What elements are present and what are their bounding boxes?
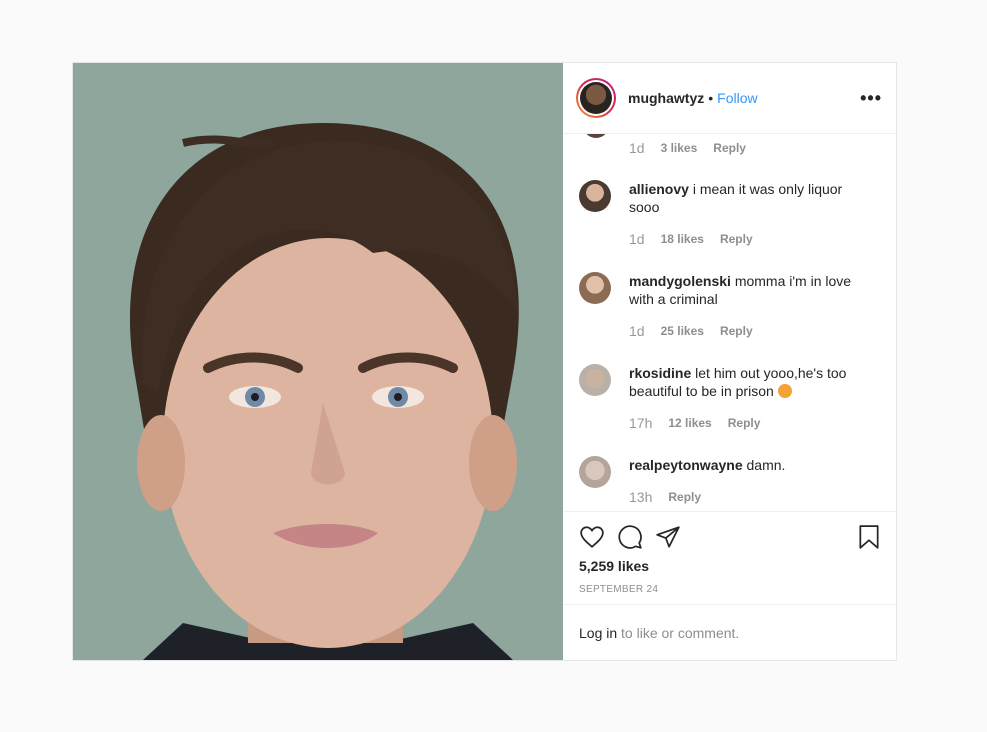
avatar-image: [580, 82, 612, 114]
comment-time[interactable]: 13h: [629, 488, 652, 506]
comment-avatar[interactable]: [579, 272, 611, 304]
comment-username[interactable]: allienovy: [629, 181, 689, 197]
comment-avatar[interactable]: [579, 180, 611, 212]
action-icons: [579, 524, 681, 550]
avatar-border: [578, 80, 614, 116]
comment-likes[interactable]: 3 likes: [661, 141, 698, 155]
comment-meta: 1d 25 likes Reply: [629, 322, 869, 340]
likes-count[interactable]: 5,259 likes: [579, 558, 649, 574]
post-photo[interactable]: [73, 63, 563, 660]
comment-username[interactable]: realpeytonwayne: [629, 457, 743, 473]
login-prompt-text: to like or comment.: [617, 624, 740, 641]
comment-time[interactable]: 1d: [629, 322, 645, 340]
more-options-icon[interactable]: •••: [860, 88, 882, 109]
author-username[interactable]: mughawtyz: [628, 90, 704, 106]
post-header: mughawtyz • Follow •••: [563, 63, 896, 134]
bookmark-icon[interactable]: [856, 524, 882, 550]
author-avatar[interactable]: [576, 78, 616, 118]
share-icon[interactable]: [655, 524, 681, 550]
portrait-image: [73, 63, 563, 660]
comment-meta: 1d 18 likes Reply: [629, 230, 869, 248]
comment-avatar[interactable]: [579, 364, 611, 396]
comment-body: mandygolenski momma i'm in love with a c…: [629, 272, 869, 340]
post-date[interactable]: SEPTEMBER 24: [579, 584, 658, 595]
comment-item: realpeytonwayne damn. 13h Reply: [579, 456, 869, 506]
comment-username[interactable]: rkosidine: [629, 365, 691, 381]
emoji-icon: [777, 384, 792, 398]
reply-button[interactable]: Reply: [713, 141, 746, 155]
heart-icon[interactable]: [579, 524, 605, 550]
comment-meta: 1d 3 likes Reply: [629, 140, 746, 156]
follow-button[interactable]: Follow: [717, 90, 757, 106]
reply-button[interactable]: Reply: [728, 414, 761, 432]
comment-item: rkosidine let him out yooo,he's too beau…: [579, 364, 869, 432]
post-card: mughawtyz • Follow ••• 1d 3 likes Reply …: [72, 62, 897, 661]
reply-button[interactable]: Reply: [720, 322, 753, 340]
comment-time[interactable]: 17h: [629, 414, 652, 432]
comment-text: damn.: [746, 457, 786, 473]
reply-button[interactable]: Reply: [668, 488, 701, 506]
comment-likes[interactable]: 18 likes: [661, 230, 704, 248]
comment-body: allienovy i mean it was only liquor sooo…: [629, 180, 869, 248]
comment-icon[interactable]: [617, 524, 643, 550]
comment-avatar[interactable]: [579, 456, 611, 488]
comment-body: realpeytonwayne damn. 13h Reply: [629, 456, 785, 506]
comment-avatar[interactable]: [583, 134, 609, 138]
comment-time[interactable]: 1d: [629, 140, 645, 156]
login-link[interactable]: Log in: [579, 625, 617, 641]
comment-item: mandygolenski momma i'm in love with a c…: [579, 272, 869, 340]
comment-body: rkosidine let him out yooo,he's too beau…: [629, 364, 869, 432]
comment-meta: 17h 12 likes Reply: [629, 414, 869, 432]
login-prompt: Log in to like or comment.: [563, 604, 896, 660]
separator-dot: •: [708, 90, 714, 106]
comment-time[interactable]: 1d: [629, 230, 645, 248]
post-actions: 5,259 likes SEPTEMBER 24: [563, 511, 896, 604]
comment-item: allienovy i mean it was only liquor sooo…: [579, 180, 869, 248]
post-sidebar: mughawtyz • Follow ••• 1d 3 likes Reply …: [563, 63, 896, 660]
comments-list[interactable]: 1d 3 likes Reply allienovy i mean it was…: [563, 134, 896, 511]
reply-button[interactable]: Reply: [720, 230, 753, 248]
comment-likes[interactable]: 25 likes: [661, 322, 704, 340]
comment-username[interactable]: mandygolenski: [629, 273, 731, 289]
comment-meta: 13h Reply: [629, 488, 785, 506]
comment-likes[interactable]: 12 likes: [668, 414, 711, 432]
